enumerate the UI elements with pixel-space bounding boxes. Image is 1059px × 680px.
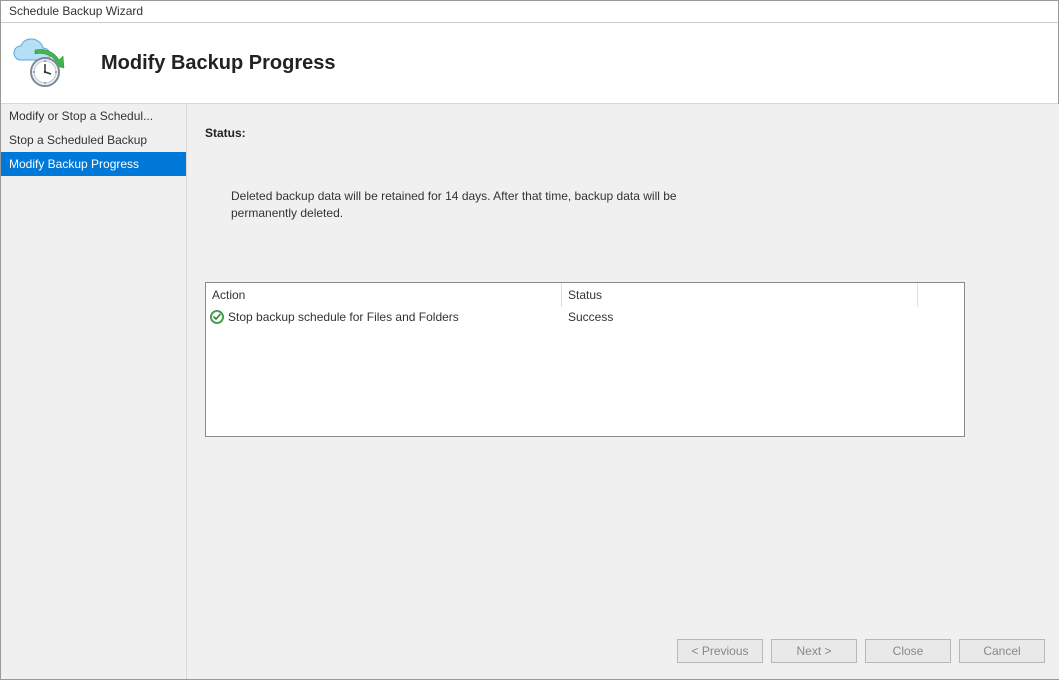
next-button: Next > [771,639,857,663]
progress-table: Action Status Stop backup schedule for F… [205,282,965,437]
window-title: Schedule Backup Wizard [1,1,1058,23]
row-action-text: Stop backup schedule for Files and Folde… [228,310,459,324]
column-header-status[interactable]: Status [562,283,918,307]
table-row: Stop backup schedule for Files and Folde… [206,307,964,327]
cancel-button: Cancel [959,639,1045,663]
step-stop-scheduled-backup[interactable]: Stop a Scheduled Backup [1,128,186,152]
page-title: Modify Backup Progress [101,52,336,75]
wizard-buttons: < Previous Next > Close Cancel [677,639,1045,663]
row-action-cell: Stop backup schedule for Files and Folde… [206,310,562,324]
main-content: Status: Deleted backup data will be reta… [186,104,1059,679]
row-status-cell: Success [562,310,918,324]
step-modify-backup-progress[interactable]: Modify Backup Progress [1,152,186,176]
column-header-action[interactable]: Action [206,283,562,307]
wizard-header: Modify Backup Progress [1,23,1058,103]
close-button[interactable]: Close [865,639,951,663]
status-description: Deleted backup data will be retained for… [231,188,691,222]
status-heading: Status: [205,126,965,140]
wizard-steps-sidebar: Modify or Stop a Schedul... Stop a Sched… [1,104,186,679]
success-icon [210,310,224,324]
previous-button: < Previous [677,639,763,663]
table-header: Action Status [206,283,964,307]
backup-clock-icon [7,31,71,95]
step-modify-or-stop[interactable]: Modify or Stop a Schedul... [1,104,186,128]
